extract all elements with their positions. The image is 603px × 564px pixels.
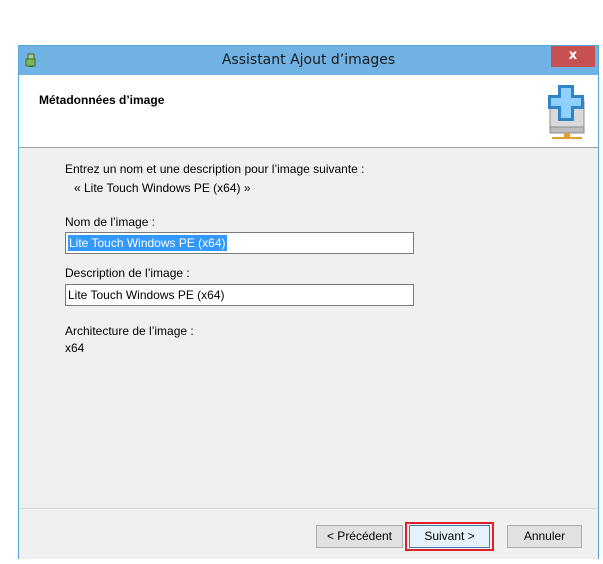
wizard-window: Assistant Ajout d’images x Métadonnées d… bbox=[18, 45, 599, 559]
image-description-field[interactable]: Lite Touch Windows PE (x64) bbox=[65, 284, 414, 306]
wizard-header: Métadonnées d’image bbox=[19, 75, 598, 148]
page-title: Métadonnées d’image bbox=[39, 93, 165, 107]
wizard-footer: < Précédent Suivant > Annuler bbox=[19, 508, 598, 559]
close-button[interactable]: x bbox=[551, 46, 595, 67]
image-name-value: Lite Touch Windows PE (x64) bbox=[68, 235, 227, 251]
image-name-quoted: « Lite Touch Windows PE (x64) » bbox=[74, 181, 251, 195]
window-title: Assistant Ajout d’images bbox=[221, 52, 396, 68]
title-bar[interactable]: Assistant Ajout d’images x bbox=[19, 46, 598, 75]
cancel-button[interactable]: Annuler bbox=[507, 525, 582, 548]
architecture-label: Architecture de l’image : bbox=[65, 324, 194, 338]
name-label: Nom de l’image : bbox=[65, 215, 156, 229]
description-label: Description de l’image : bbox=[65, 266, 190, 280]
intro-text: Entrez un nom et une description pour l’… bbox=[65, 162, 365, 176]
architecture-value: x64 bbox=[65, 341, 85, 355]
next-button[interactable]: Suivant > bbox=[409, 525, 490, 548]
next-button-highlight: Suivant > bbox=[405, 522, 494, 551]
previous-button[interactable]: < Précédent bbox=[316, 525, 403, 548]
add-image-server-icon bbox=[544, 79, 590, 143]
wizard-content: Entrez un nom et une description pour l’… bbox=[19, 148, 598, 508]
image-name-field[interactable]: Lite Touch Windows PE (x64) bbox=[65, 232, 414, 254]
